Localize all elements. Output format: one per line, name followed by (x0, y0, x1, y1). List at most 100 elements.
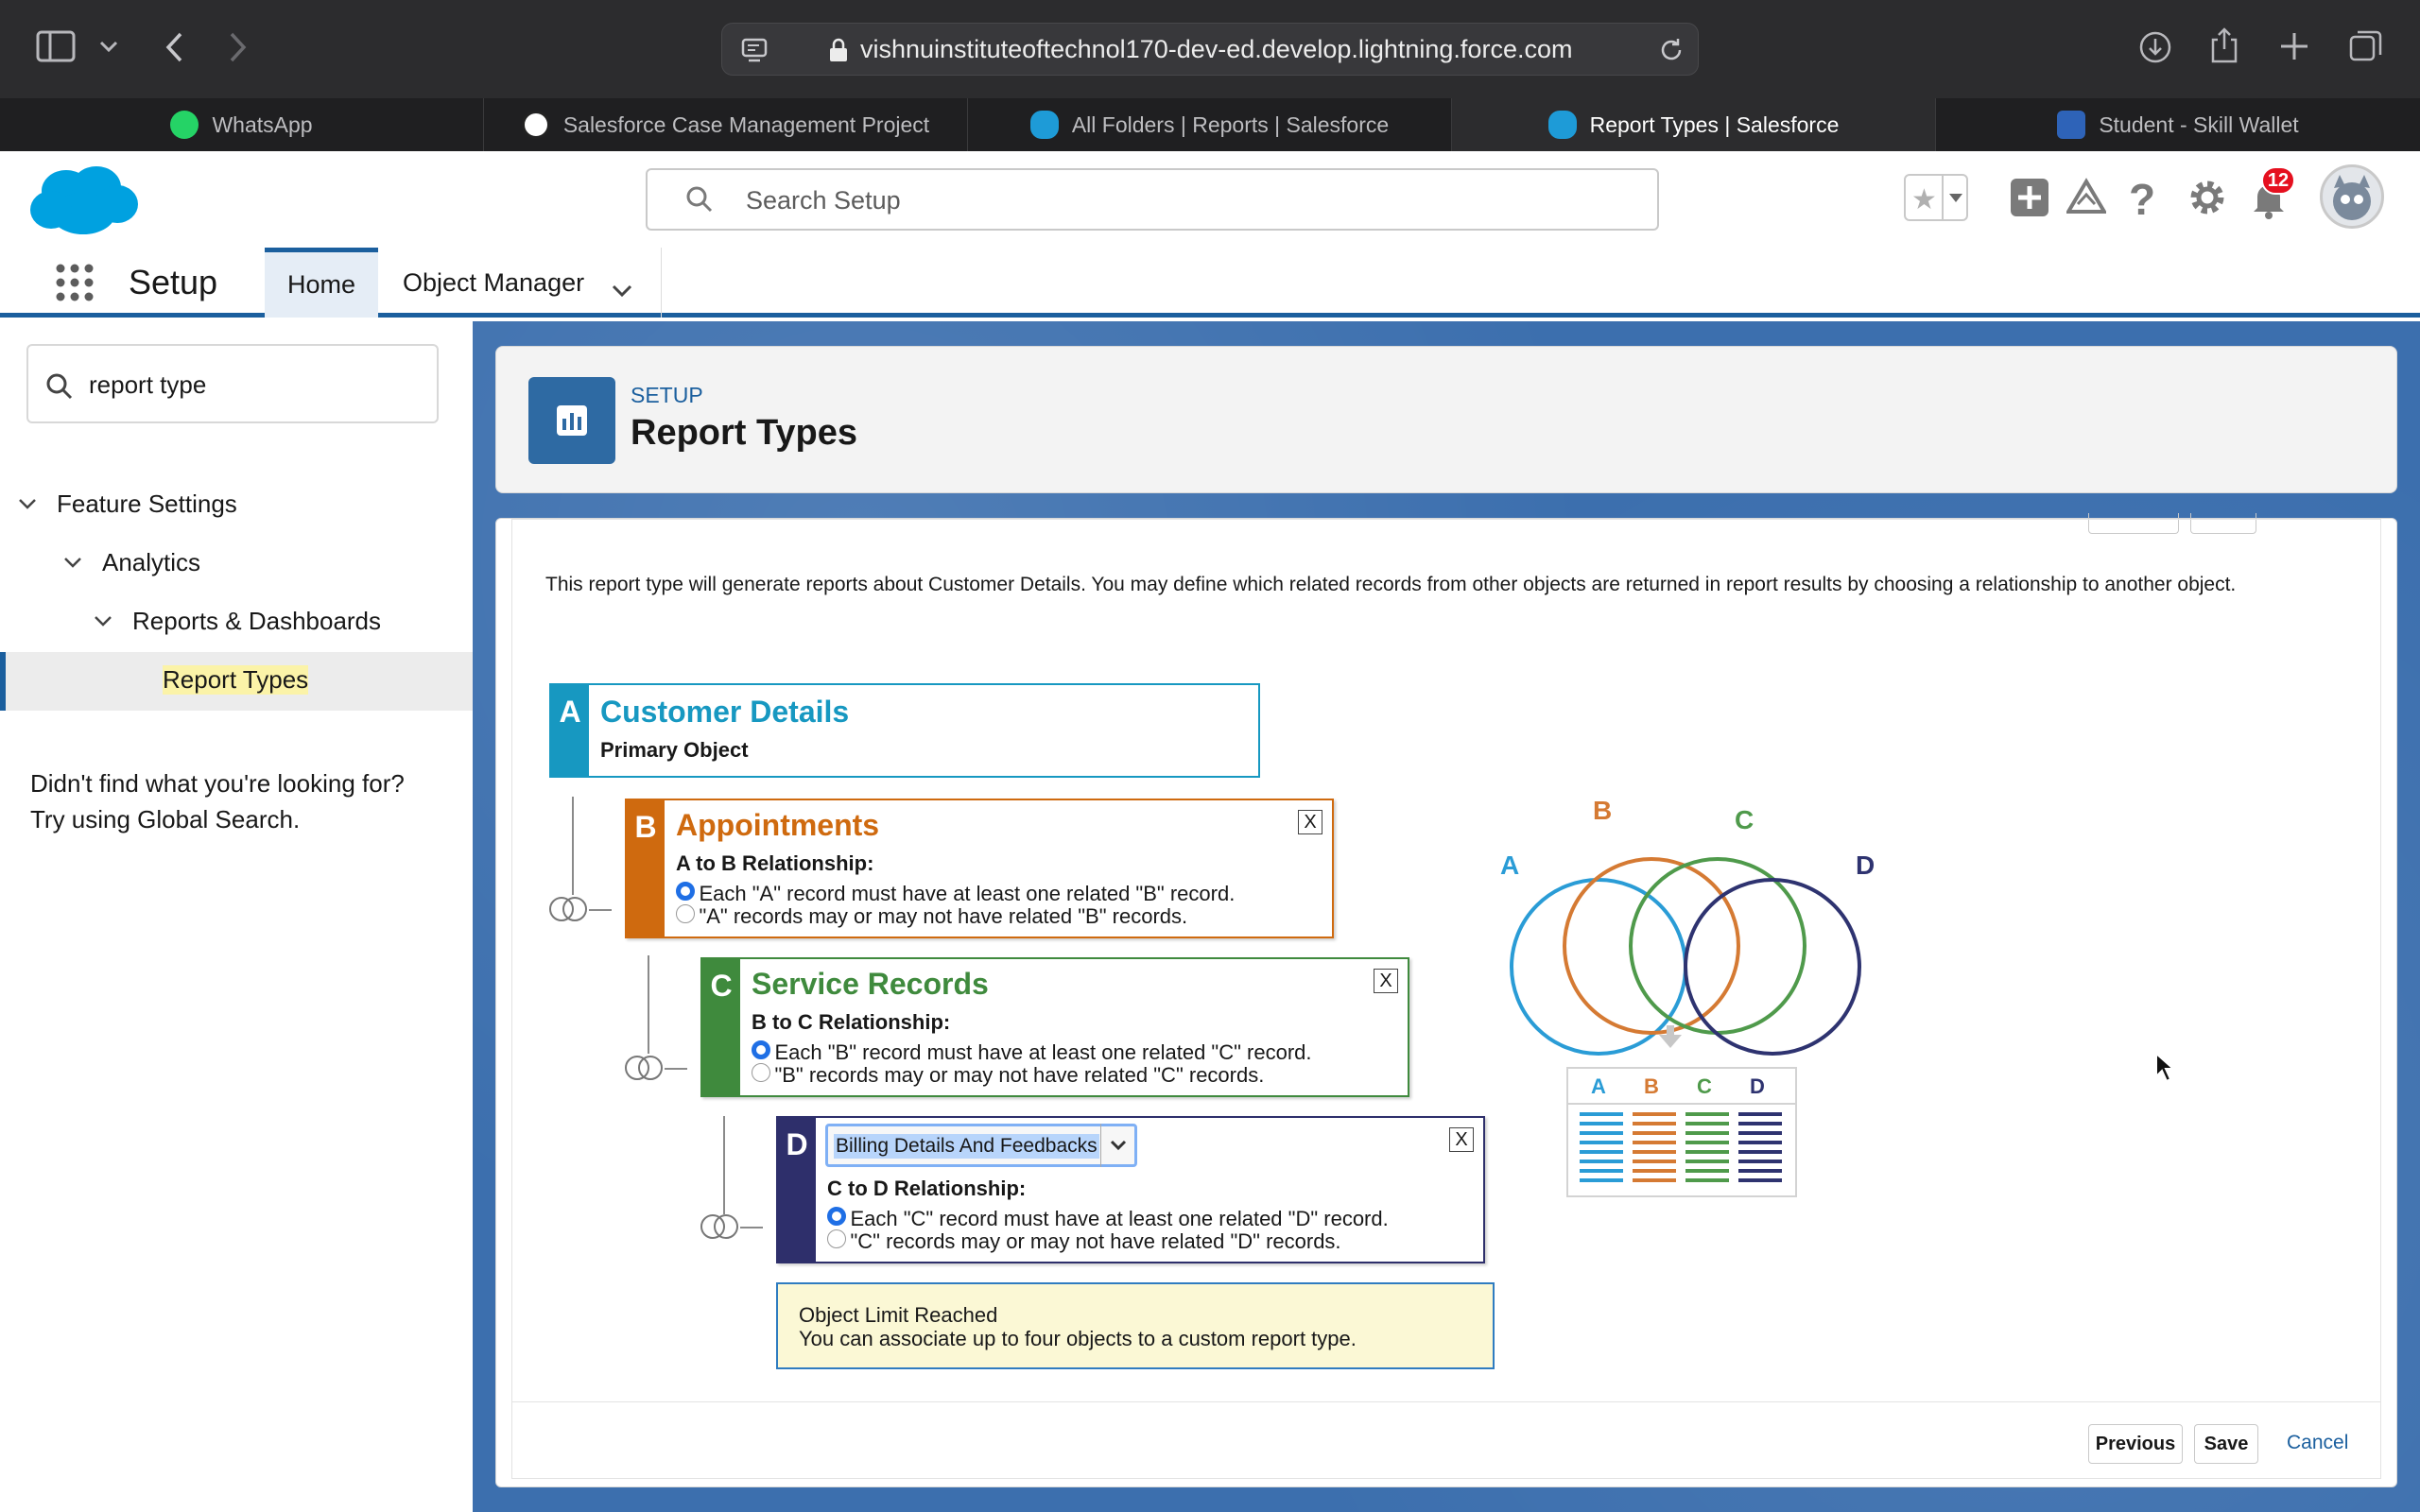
tree-item-analytics[interactable]: Analytics (102, 548, 200, 577)
connector-line (648, 955, 649, 1054)
object-c-rel-heading: B to C Relationship: (752, 1010, 951, 1034)
help-line: Try using Global Search. (30, 805, 301, 833)
page-settings-icon[interactable] (741, 37, 769, 68)
footer-divider (511, 1401, 2381, 1402)
object-b-option-optional[interactable]: "A" records may or may not have related … (676, 904, 1187, 929)
new-tab-icon[interactable] (2278, 30, 2310, 67)
tab-home[interactable]: Home (265, 248, 378, 318)
object-c-box: C Service Records X B to C Relationship:… (700, 957, 1409, 1097)
object-d-option-required[interactable]: Each "C" record must have at least one r… (827, 1207, 1389, 1231)
tab-label: Report Types | Salesforce (1589, 112, 1840, 137)
remove-object-d-button[interactable]: X (1449, 1127, 1474, 1152)
option-label: "C" records may or may not have related … (850, 1229, 1341, 1253)
join-ring-icon (562, 897, 587, 921)
limit-title: Object Limit Reached (799, 1303, 998, 1327)
quick-find-input[interactable]: report type (26, 344, 439, 423)
downloads-icon[interactable] (2138, 30, 2172, 69)
tab-overview-icon[interactable] (2348, 28, 2384, 69)
tab-label: Salesforce Case Management Project (562, 112, 930, 137)
tab-all-folders[interactable]: All Folders | Reports | Salesforce × (968, 98, 1477, 151)
previous-button[interactable]: Previous (2088, 1424, 2183, 1464)
radio-unselected[interactable] (827, 1229, 846, 1248)
col-d-lines (1738, 1112, 1782, 1188)
quick-find-value: report type (89, 370, 207, 399)
app-launcher-icon[interactable] (53, 261, 96, 309)
sidebar-toggle-icon[interactable] (36, 28, 78, 73)
bell-icon[interactable]: 12 (2250, 166, 2295, 224)
option-label: "A" records may or may not have related … (699, 904, 1188, 928)
remove-object-c-button[interactable]: X (1374, 969, 1398, 993)
radio-selected[interactable] (752, 1040, 770, 1059)
salesforce-cloud-icon (1547, 111, 1577, 139)
favorites-button[interactable]: ★ (1904, 174, 1968, 221)
col-c-label: C (1697, 1074, 1712, 1098)
chevron-down-icon[interactable] (1942, 174, 1968, 221)
object-c-option-required[interactable]: Each "B" record must have at least one r… (752, 1040, 1312, 1065)
back-icon[interactable] (163, 30, 185, 69)
cancel-link[interactable]: Cancel (2287, 1432, 2348, 1454)
search-icon (45, 372, 74, 405)
share-icon[interactable] (2208, 26, 2240, 69)
col-b-label: B (1644, 1074, 1659, 1098)
radio-selected[interactable] (676, 882, 695, 901)
option-label: Each "A" record must have at least one r… (699, 882, 1236, 905)
trailhead-icon[interactable] (2065, 178, 2108, 222)
object-d-option-optional[interactable]: "C" records may or may not have related … (827, 1229, 1341, 1254)
tree-item-report-types-label: Report Types (163, 665, 309, 695)
radio-unselected[interactable] (752, 1063, 770, 1082)
tab-object-manager[interactable]: Object Manager (378, 248, 662, 318)
object-b-rel-heading: A to B Relationship: (676, 851, 874, 875)
connector-tick (589, 909, 612, 911)
chevron-down-icon[interactable] (93, 614, 113, 632)
tab-label: All Folders | Reports | Salesforce (1071, 112, 1390, 137)
object-limit-message: Object Limit Reached You can associate u… (776, 1282, 1495, 1369)
url-text[interactable]: vishnuinstituteoftechnol170-dev-ed.devel… (860, 35, 1572, 64)
help-icon[interactable]: ? (2129, 174, 2155, 225)
search-setup-input[interactable]: Search Setup (646, 168, 1659, 231)
chevron-down-icon[interactable] (98, 36, 119, 57)
tab-label: Student - Skill Wallet (2099, 112, 2299, 137)
tab-home-label: Home (286, 270, 356, 299)
save-button[interactable]: Save (2194, 1424, 2258, 1464)
connector-tick (665, 1068, 687, 1070)
salesforce-cloud-icon (1029, 111, 1059, 139)
tab-label: WhatsApp (212, 112, 313, 137)
sidebar-help-text: Didn't find what you're looking for? Try… (30, 765, 405, 837)
object-d-select[interactable]: Billing Details And Feedbacks (825, 1124, 1137, 1167)
tab-report-types[interactable]: Report Types | Salesforce (1452, 98, 1936, 151)
forward-icon[interactable] (227, 30, 250, 69)
object-d-box: D Billing Details And Feedbacks X C to D… (776, 1116, 1485, 1263)
chevron-down-icon[interactable] (62, 556, 83, 574)
tab-object-manager-label: Object Manager (403, 267, 585, 297)
salesforce-logo[interactable] (28, 163, 140, 245)
chevron-down-icon[interactable] (17, 497, 38, 515)
tab-whatsapp[interactable]: WhatsApp (0, 98, 484, 151)
object-c-option-optional[interactable]: "B" records may or may not have related … (752, 1063, 1264, 1088)
arrow-down-icon (1657, 1023, 1684, 1055)
remove-object-b-button[interactable]: X (1298, 810, 1322, 834)
connector-line (723, 1116, 725, 1214)
tab-skill-wallet[interactable]: Student - Skill Wallet (1936, 98, 2420, 151)
tab-chatgpt[interactable]: Salesforce Case Management Project (484, 98, 968, 151)
tree-item-feature-settings[interactable]: Feature Settings (57, 490, 237, 519)
chatgpt-icon (521, 111, 550, 139)
object-b-letter: B (627, 800, 665, 936)
reload-icon[interactable] (1658, 37, 1685, 68)
object-b-option-required[interactable]: Each "A" record must have at least one r… (676, 882, 1235, 906)
tree-item-reports-dashboards[interactable]: Reports & Dashboards (132, 607, 381, 636)
connector-line (572, 797, 574, 895)
venn-label-c: C (1735, 805, 1754, 834)
tree-item-report-types[interactable]: Report Types (0, 652, 473, 711)
page-title: Report Types (631, 413, 858, 453)
object-d-rel-heading: C to D Relationship: (827, 1177, 1027, 1200)
chevron-down-icon[interactable] (611, 276, 633, 305)
chevron-down-icon[interactable] (1100, 1124, 1134, 1167)
address-bar[interactable]: vishnuinstituteoftechnol170-dev-ed.devel… (721, 23, 1699, 76)
global-actions-icon[interactable] (2010, 178, 2049, 222)
page-header: SETUP Report Types (495, 346, 2397, 493)
object-a-letter: A (551, 685, 589, 776)
avatar[interactable] (2320, 164, 2384, 229)
radio-unselected[interactable] (676, 904, 695, 923)
gear-icon[interactable] (2187, 178, 2227, 222)
radio-selected[interactable] (827, 1207, 846, 1226)
